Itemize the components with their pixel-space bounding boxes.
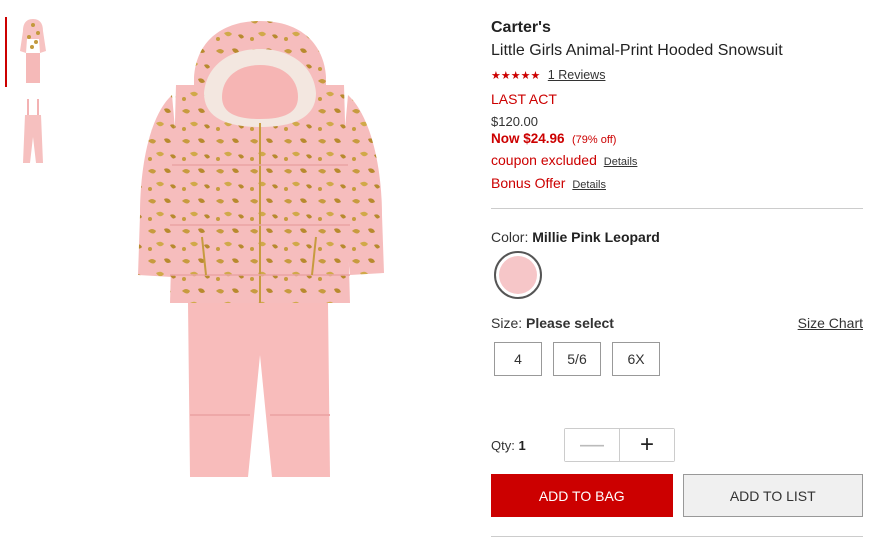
product-main-image[interactable] xyxy=(110,15,410,485)
promo-bonus-offer: Bonus Offer Details xyxy=(491,174,863,195)
discount-percent: (79% off) xyxy=(572,134,617,146)
original-price: $120.00 xyxy=(491,114,538,129)
snowsuit-image xyxy=(138,21,384,477)
bib-pants-thumbnail-image xyxy=(23,99,43,163)
thumbnail-snowsuit-full[interactable] xyxy=(5,17,55,87)
quantity-increase-button[interactable]: + xyxy=(620,429,674,461)
quantity-row: Qty: 1 — + xyxy=(491,428,863,462)
color-label: Color: xyxy=(491,229,529,245)
rating-stars: ★★★★★ xyxy=(491,70,541,82)
size-options: 4 5/6 6X xyxy=(494,342,863,376)
promo-details-link[interactable]: Details xyxy=(572,179,606,191)
size-label: Size: xyxy=(491,315,523,331)
sale-price-row: Now $24.96 (79% off) xyxy=(491,130,863,149)
rating-row: ★★★★★ 1 Reviews xyxy=(491,67,863,84)
color-swatch-millie-pink-leopard[interactable] xyxy=(494,251,542,299)
quantity-value: 1 xyxy=(518,437,526,453)
add-to-bag-button[interactable]: ADD TO BAG xyxy=(491,474,673,517)
color-label-row: Color: Millie Pink Leopard xyxy=(491,229,863,245)
color-selected-name: Millie Pink Leopard xyxy=(532,229,660,245)
size-chart-link[interactable]: Size Chart xyxy=(798,315,863,331)
color-swatch-fill xyxy=(499,256,537,294)
last-act-badge: LAST ACT xyxy=(491,91,557,107)
promo-details-link[interactable]: Details xyxy=(604,156,638,168)
size-option-4[interactable]: 4 xyxy=(494,342,542,376)
product-brand[interactable]: Carter's xyxy=(491,18,863,38)
divider xyxy=(491,536,863,537)
promo-label: Bonus Offer xyxy=(491,175,566,191)
thumbnail-bib-pants[interactable] xyxy=(5,97,55,167)
product-info: Carter's Little Girls Animal-Print Hoode… xyxy=(491,18,863,537)
promo-coupon-excluded: coupon excluded Details xyxy=(491,151,863,172)
quantity-label: Qty: xyxy=(491,437,515,453)
action-buttons: ADD TO BAG ADD TO LIST xyxy=(491,474,863,517)
sale-price: Now $24.96 xyxy=(491,131,565,146)
size-selected: Please select xyxy=(526,315,614,331)
product-title: Little Girls Animal-Print Hooded Snowsui… xyxy=(491,42,783,59)
snowsuit-thumbnail-image xyxy=(20,19,46,83)
thumbnail-list xyxy=(5,17,55,177)
size-option-6x[interactable]: 6X xyxy=(612,342,660,376)
add-to-list-button[interactable]: ADD TO LIST xyxy=(682,474,863,517)
quantity-decrease-button[interactable]: — xyxy=(565,429,620,461)
reviews-link[interactable]: 1 Reviews xyxy=(548,68,606,82)
size-label-row: Size: Please select Size Chart xyxy=(491,315,863,331)
size-option-5-6[interactable]: 5/6 xyxy=(553,342,601,376)
quantity-stepper: — + xyxy=(564,428,675,462)
divider xyxy=(491,208,863,209)
promo-label: coupon excluded xyxy=(491,152,597,168)
